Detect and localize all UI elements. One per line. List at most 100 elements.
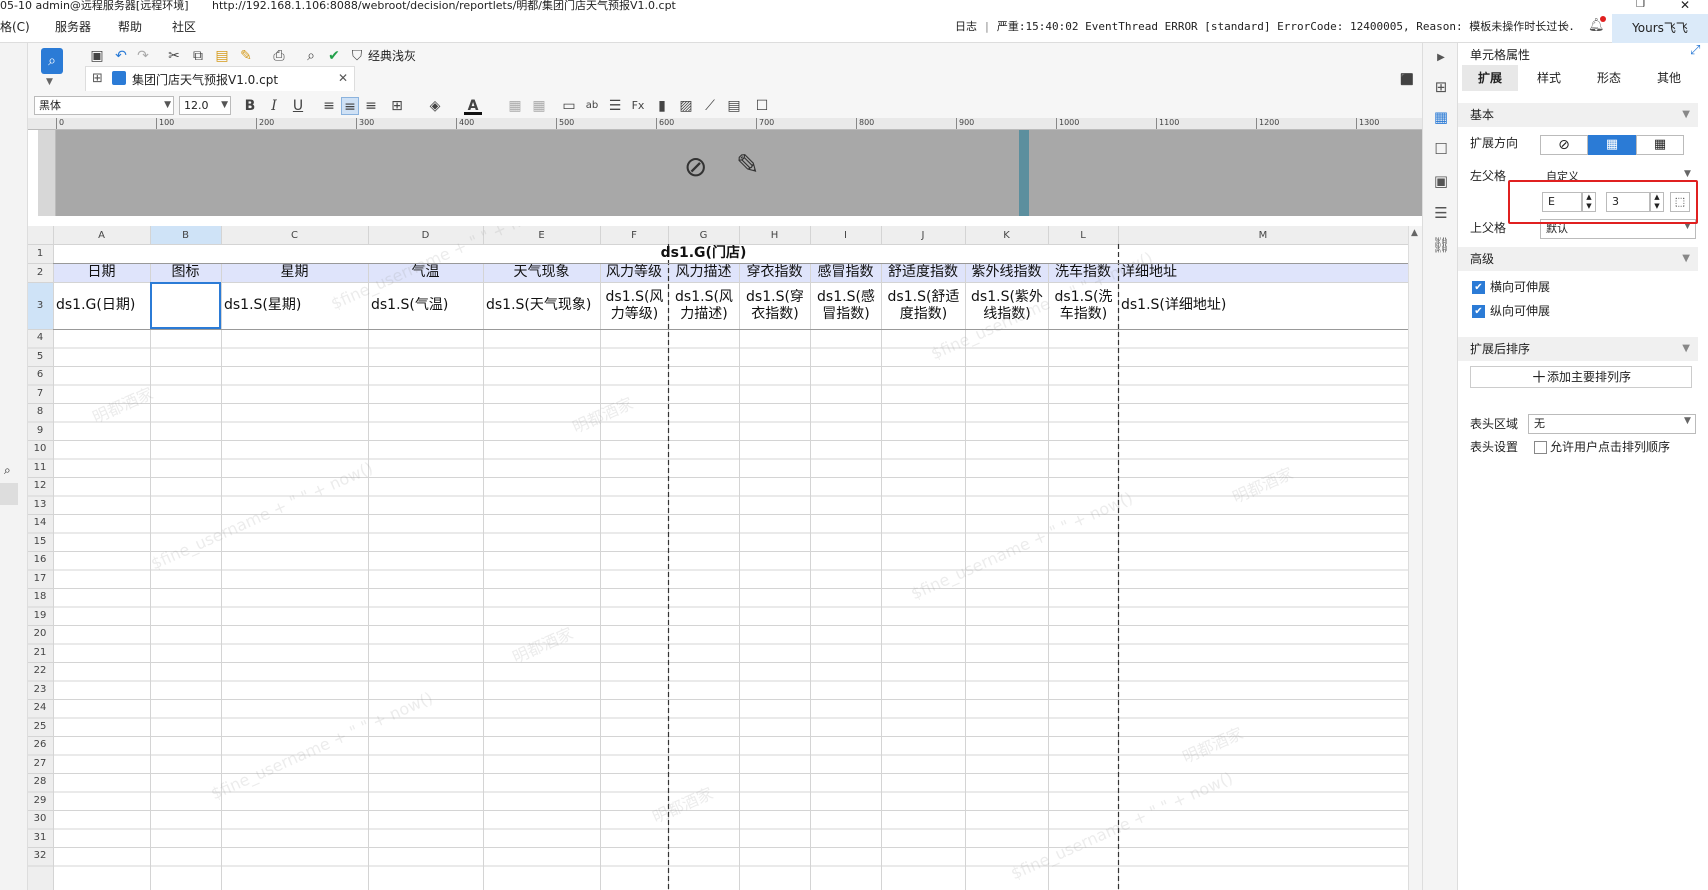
row-number[interactable]: 10: [28, 442, 52, 456]
preview-icon[interactable]: ⎙: [270, 47, 288, 65]
undo-icon[interactable]: ↶: [112, 47, 130, 65]
row-number[interactable]: 18: [28, 590, 52, 604]
row-number[interactable]: 20: [28, 627, 52, 641]
pin-icon[interactable]: ⤢: [1690, 43, 1700, 58]
v-expand-checkbox[interactable]: ✔: [1472, 305, 1485, 318]
header-cell[interactable]: 气温: [368, 264, 483, 281]
column-header[interactable]: F: [600, 228, 668, 244]
row-number[interactable]: 22: [28, 664, 52, 678]
row-number[interactable]: 11: [28, 461, 52, 475]
header-cell[interactable]: 舒适度指数: [881, 264, 965, 281]
expand-none-button[interactable]: ⊘: [1540, 135, 1588, 155]
chevron-down-icon[interactable]: ▼: [1684, 416, 1691, 426]
header-cell[interactable]: 详细地址: [1118, 264, 1408, 281]
chevron-right-icon[interactable]: ▶: [1431, 48, 1451, 68]
column-header[interactable]: B: [150, 228, 221, 244]
align-right-icon[interactable]: ≡: [362, 97, 380, 115]
h-expand-checkbox[interactable]: ✔: [1472, 281, 1485, 294]
close-icon[interactable]: ✕: [1680, 0, 1694, 12]
chevron-down-icon[interactable]: ▼: [1684, 169, 1691, 179]
unmerge-icon[interactable]: ▦: [530, 97, 548, 115]
column-header[interactable]: G: [668, 228, 739, 244]
row-number[interactable]: 7: [28, 387, 52, 401]
row-number[interactable]: 17: [28, 572, 52, 586]
format-painter-icon[interactable]: ✎: [237, 47, 255, 65]
tab-form[interactable]: 形态: [1580, 65, 1638, 91]
text-field-icon[interactable]: ▭: [560, 97, 578, 115]
data-cell[interactable]: [153, 297, 219, 314]
row-number[interactable]: 3: [28, 299, 52, 313]
header-cell[interactable]: 风力描述: [668, 264, 739, 281]
column-header[interactable]: M: [1118, 228, 1408, 244]
row-number[interactable]: 8: [28, 405, 52, 419]
header-cell[interactable]: 日期: [53, 264, 150, 281]
row-number[interactable]: 29: [28, 794, 52, 808]
row-number[interactable]: 30: [28, 812, 52, 826]
user-button[interactable]: Yours飞飞: [1612, 14, 1708, 43]
copy-icon[interactable]: ⧉: [189, 47, 207, 65]
row-number[interactable]: 21: [28, 646, 52, 660]
align-left-icon[interactable]: ≡: [320, 97, 338, 115]
data-cell[interactable]: ds1.S(舒适度指数): [884, 289, 963, 325]
column-header[interactable]: J: [881, 228, 965, 244]
border-icon[interactable]: ⊞: [388, 97, 406, 115]
widget-icon[interactable]: ⊞: [1431, 77, 1451, 97]
data-cell[interactable]: ds1.S(穿衣指数): [742, 289, 808, 325]
row-number[interactable]: 24: [28, 701, 52, 715]
row-number[interactable]: 19: [28, 609, 52, 623]
save-icon[interactable]: ▣: [88, 47, 106, 65]
tab-other[interactable]: 其他: [1640, 65, 1698, 91]
row-number[interactable]: 2: [28, 266, 52, 280]
row-number[interactable]: 26: [28, 738, 52, 752]
row-number[interactable]: 28: [28, 775, 52, 789]
chevron-up-icon[interactable]: ▲: [1411, 228, 1418, 238]
paste-icon[interactable]: ▤: [213, 47, 231, 65]
row-number[interactable]: 31: [28, 831, 52, 845]
row-number[interactable]: 12: [28, 479, 52, 493]
data-cell[interactable]: ds1.S(星期): [224, 297, 366, 314]
list-icon[interactable]: ☰: [1431, 203, 1451, 223]
data-cell[interactable]: ds1.S(天气现象): [486, 297, 598, 314]
allow-sort-checkbox[interactable]: [1534, 441, 1547, 454]
column-header[interactable]: L: [1048, 228, 1118, 244]
data-cell[interactable]: ds1.S(洗车指数): [1051, 289, 1116, 325]
cell-property-icon[interactable]: ▦: [1431, 107, 1451, 127]
restore-icon[interactable]: ❐: [1636, 0, 1650, 12]
pencil-icon[interactable]: ✎: [736, 148, 759, 181]
font-family-select[interactable]: 黑体 ▼: [34, 96, 174, 115]
menu-item-cell[interactable]: 格(C): [0, 13, 30, 41]
header-cell[interactable]: 紫外线指数: [965, 264, 1048, 281]
chevron-down-icon[interactable]: ▼: [46, 77, 53, 87]
redo-icon[interactable]: ↷: [134, 47, 152, 65]
search-icon[interactable]: ⌕: [1562, 18, 1578, 34]
condition-icon[interactable]: ▣: [1431, 171, 1451, 191]
data-cell[interactable]: ds1.S(详细地址): [1121, 297, 1406, 314]
template-icon[interactable]: ⌕: [41, 48, 63, 74]
bold-icon[interactable]: B: [241, 97, 259, 115]
shirt-icon[interactable]: ⛉: [348, 47, 366, 65]
header-cell[interactable]: 图标: [150, 264, 221, 281]
collapse-icon[interactable]: ⬛: [1398, 71, 1416, 89]
header-cell[interactable]: 风力等级: [600, 264, 668, 281]
column-header[interactable]: C: [221, 228, 368, 244]
row-number[interactable]: 1: [28, 247, 52, 261]
title-cell[interactable]: ds1.G(门店): [608, 245, 799, 262]
check-icon[interactable]: ✔: [325, 47, 343, 65]
element-icon[interactable]: ☐: [1431, 139, 1451, 159]
column-header[interactable]: K: [965, 228, 1048, 244]
expand-horizontal-button[interactable]: ▦: [1636, 135, 1684, 155]
header-area-select[interactable]: 无: [1528, 414, 1696, 434]
font-size-select[interactable]: 12.0 ▼: [179, 96, 231, 115]
align-center-icon[interactable]: ≡: [341, 97, 359, 115]
data-cell[interactable]: ds1.S(紫外线指数): [968, 289, 1046, 325]
expand-vertical-button[interactable]: ▦: [1588, 135, 1636, 155]
header-cell[interactable]: 感冒指数: [810, 264, 881, 281]
border-style-icon[interactable]: ☐: [753, 97, 771, 115]
log-label[interactable]: 日志: [955, 20, 977, 33]
section-sort[interactable]: 扩展后排序 ▼: [1458, 337, 1698, 361]
menu-item-server[interactable]: 服务器: [55, 13, 91, 41]
formula-icon[interactable]: Fx: [629, 97, 647, 115]
sub-report-icon[interactable]: ▤: [725, 97, 743, 115]
link-icon[interactable]: ⛓: [1431, 235, 1451, 255]
menu-item-community[interactable]: 社区: [172, 13, 196, 41]
